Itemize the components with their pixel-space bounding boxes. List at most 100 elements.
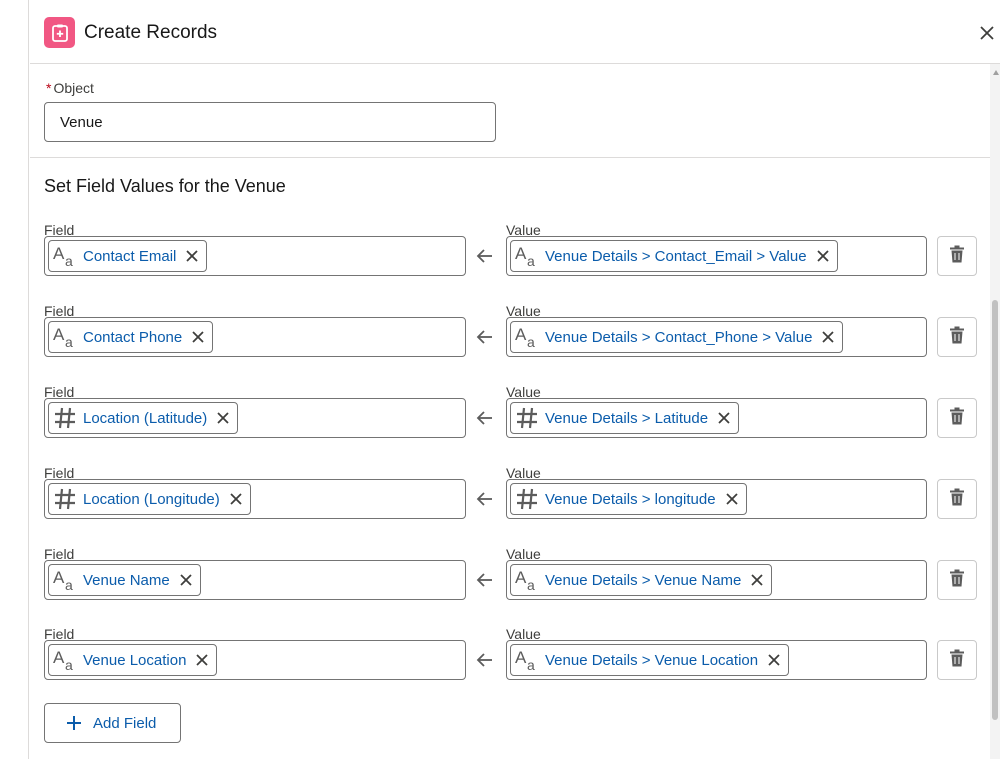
value-input[interactable]: Venue Details > longitude: [506, 479, 927, 519]
text-type-icon: Aa: [515, 648, 539, 672]
remove-icon[interactable]: [190, 329, 206, 345]
arrow-left-icon: [476, 409, 494, 427]
field-pill-label: Contact Phone: [83, 328, 183, 346]
value-pill-label: Venue Details > longitude: [545, 490, 716, 508]
object-input[interactable]: Venue: [44, 102, 496, 142]
field-pill[interactable]: Aa Contact Phone: [48, 321, 214, 353]
field-input[interactable]: Aa Contact Phone: [44, 317, 466, 357]
remove-icon[interactable]: [184, 248, 200, 264]
svg-text:a: a: [65, 577, 73, 592]
field-input[interactable]: Location (Longitude): [44, 479, 466, 519]
trash-icon: [949, 326, 965, 349]
field-value-row: Field Value Location (Longitude) Venue Deta…: [44, 465, 984, 537]
create-records-panel: Create Records * Object Venue Set Field V…: [30, 0, 1000, 759]
value-input[interactable]: Aa Venue Details > Contact_Phone > Value: [506, 317, 927, 357]
delete-row-button[interactable]: [937, 317, 977, 357]
trash-icon: [949, 569, 965, 592]
field-input[interactable]: Aa Contact Email: [44, 236, 466, 276]
panel-title: Create Records: [84, 22, 218, 43]
delete-row-button[interactable]: [937, 479, 977, 519]
remove-icon[interactable]: [178, 572, 194, 588]
value-pill[interactable]: Aa Venue Details > Venue Name: [510, 564, 773, 596]
field-pill[interactable]: Aa Contact Email: [48, 240, 208, 272]
field-input[interactable]: Aa Venue Location: [44, 640, 466, 680]
field-pill-label: Location (Longitude): [83, 490, 220, 508]
svg-text:a: a: [527, 253, 535, 268]
value-input[interactable]: Aa Venue Details > Venue Name: [506, 560, 927, 600]
add-field-button[interactable]: Add Field: [44, 703, 181, 743]
delete-row-button[interactable]: [937, 640, 977, 680]
svg-text:A: A: [515, 325, 527, 344]
arrow-left-icon: [476, 571, 494, 589]
field-value-row: Field Value Aa Contact Phone Aa Venue Details…: [44, 303, 984, 375]
value-pill-label: Venue Details > Latitude: [545, 409, 709, 427]
field-input[interactable]: Location (Latitude): [44, 398, 466, 438]
scroll-up-arrow-icon[interactable]: [993, 70, 999, 75]
field-pill[interactable]: Aa Venue Name: [48, 564, 201, 596]
field-pill[interactable]: Aa Venue Location: [48, 644, 218, 676]
text-type-icon: Aa: [53, 325, 77, 349]
text-type-icon: Aa: [53, 568, 77, 592]
svg-text:a: a: [65, 334, 73, 349]
arrow-left-icon: [476, 328, 494, 346]
remove-icon[interactable]: [724, 491, 740, 507]
svg-text:A: A: [53, 648, 65, 667]
field-pill[interactable]: Location (Latitude): [48, 402, 239, 434]
value-input[interactable]: Aa Venue Details > Contact_Email > Value: [506, 236, 927, 276]
remove-icon[interactable]: [716, 410, 732, 426]
delete-row-button[interactable]: [937, 398, 977, 438]
remove-icon[interactable]: [194, 652, 210, 668]
arrow-left-icon: [476, 490, 494, 508]
required-marker: *: [46, 80, 52, 96]
field-value-row: Field Value Aa Contact Email Aa Venue Details…: [44, 222, 984, 294]
field-value-row: Field Value Aa Venue Location Aa Venue Detail…: [44, 626, 984, 698]
svg-text:A: A: [53, 244, 65, 263]
text-type-icon: Aa: [53, 648, 77, 672]
panel-header: Create Records: [30, 0, 1000, 64]
value-pill[interactable]: Aa Venue Details > Contact_Phone > Value: [510, 321, 844, 353]
scrollbar-thumb[interactable]: [992, 300, 998, 720]
arrow-left-icon: [476, 651, 494, 669]
field-pill-label: Contact Email: [83, 247, 177, 265]
trash-icon: [949, 407, 965, 430]
value-pill-label: Venue Details > Contact_Email > Value: [545, 247, 807, 265]
value-pill-label: Venue Details > Venue Name: [545, 571, 742, 589]
value-pill[interactable]: Venue Details > Latitude: [510, 402, 740, 434]
value-input[interactable]: Aa Venue Details > Venue Location: [506, 640, 927, 680]
arrow-left-icon: [476, 247, 494, 265]
number-type-icon: [53, 487, 77, 511]
remove-icon[interactable]: [215, 410, 231, 426]
value-pill[interactable]: Aa Venue Details > Contact_Email > Value: [510, 240, 838, 272]
field-input[interactable]: Aa Venue Name: [44, 560, 466, 600]
object-label: * Object: [46, 80, 94, 96]
svg-text:A: A: [515, 648, 527, 667]
number-type-icon: [53, 406, 77, 430]
left-gutter: [0, 0, 29, 759]
delete-row-button[interactable]: [937, 560, 977, 600]
remove-icon[interactable]: [749, 572, 765, 588]
value-pill[interactable]: Venue Details > longitude: [510, 483, 747, 515]
remove-icon[interactable]: [820, 329, 836, 345]
svg-text:a: a: [65, 253, 73, 268]
delete-row-button[interactable]: [937, 236, 977, 276]
field-pill[interactable]: Location (Longitude): [48, 483, 251, 515]
remove-icon[interactable]: [228, 491, 244, 507]
svg-text:a: a: [527, 657, 535, 672]
text-type-icon: Aa: [515, 568, 539, 592]
svg-text:A: A: [515, 244, 527, 263]
text-type-icon: Aa: [515, 244, 539, 268]
section-title: Set Field Values for the Venue: [44, 176, 286, 196]
field-value-row: Field Value Location (Latitude) Venue Detai…: [44, 384, 984, 456]
add-field-label: Add Field: [93, 714, 157, 732]
field-value-row: Field Value Aa Venue Name Aa Venue Details > …: [44, 546, 984, 618]
value-pill[interactable]: Aa Venue Details > Venue Location: [510, 644, 790, 676]
svg-text:a: a: [527, 334, 535, 349]
close-icon[interactable]: [976, 22, 998, 44]
svg-text:A: A: [53, 568, 65, 587]
value-input[interactable]: Venue Details > Latitude: [506, 398, 927, 438]
remove-icon[interactable]: [766, 652, 782, 668]
remove-icon[interactable]: [815, 248, 831, 264]
trash-icon: [949, 488, 965, 511]
svg-text:a: a: [65, 657, 73, 672]
field-pill-label: Venue Location: [83, 651, 187, 669]
